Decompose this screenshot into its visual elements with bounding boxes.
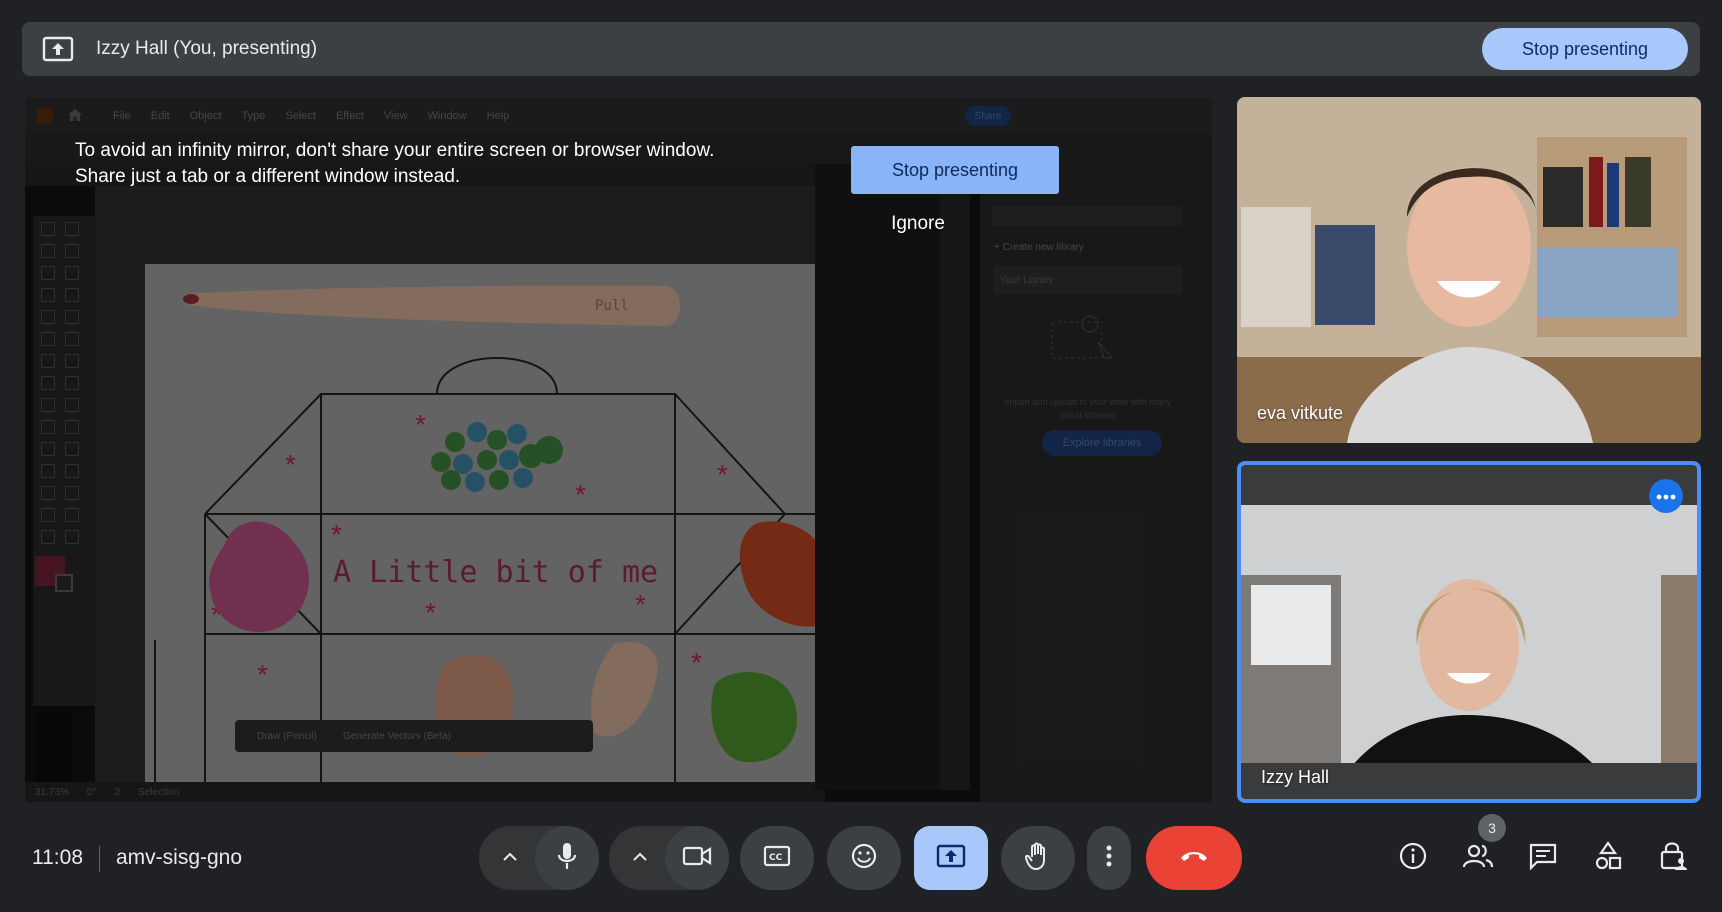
info-icon bbox=[1398, 841, 1428, 876]
more-options-button[interactable] bbox=[1649, 479, 1683, 513]
captions-button[interactable]: CC bbox=[740, 826, 814, 890]
hand-icon bbox=[1024, 841, 1051, 876]
people-button[interactable] bbox=[1458, 838, 1498, 878]
videocam-icon bbox=[682, 845, 712, 872]
activities-button[interactable] bbox=[1588, 838, 1628, 878]
participant-count-badge: 3 bbox=[1478, 814, 1506, 842]
closed-caption-icon: CC bbox=[763, 845, 791, 872]
chevron-up-icon bbox=[632, 849, 648, 867]
participant-tile-eva[interactable]: eva vitkute bbox=[1237, 97, 1701, 443]
chevron-up-icon bbox=[502, 849, 518, 867]
present-now-button[interactable] bbox=[914, 826, 988, 890]
video-options-button[interactable] bbox=[620, 826, 660, 890]
participant-video bbox=[1237, 97, 1701, 443]
emoji-icon bbox=[850, 842, 878, 875]
warning-stop-presenting-button[interactable]: Stop presenting bbox=[851, 146, 1059, 194]
more-options-menu-button[interactable] bbox=[1087, 826, 1131, 890]
participant-video bbox=[1241, 465, 1697, 799]
stop-presenting-button[interactable]: Stop presenting bbox=[1482, 28, 1688, 70]
raise-hand-button[interactable] bbox=[1001, 826, 1075, 890]
audio-options-button[interactable] bbox=[490, 826, 530, 890]
shapes-icon bbox=[1593, 840, 1623, 876]
microphone-button[interactable] bbox=[535, 826, 599, 890]
call-end-icon bbox=[1179, 849, 1209, 868]
participant-name: eva vitkute bbox=[1257, 403, 1344, 423]
present-to-all-icon bbox=[936, 844, 966, 873]
meeting-code: amv-sisg-gno bbox=[116, 846, 243, 869]
people-icon bbox=[1462, 843, 1494, 874]
camera-button[interactable] bbox=[665, 826, 729, 890]
participant-name: Izzy Hall bbox=[1261, 767, 1330, 787]
divider bbox=[99, 846, 100, 872]
reactions-button[interactable] bbox=[827, 826, 901, 890]
more-horiz-icon bbox=[1656, 487, 1676, 505]
presenting-title: Izzy Hall (You, presenting) bbox=[96, 38, 318, 59]
shared-screen: File Edit Object Type Select Effect View… bbox=[25, 98, 1212, 802]
video-letterbox-top bbox=[1241, 465, 1697, 505]
svg-text:CC: CC bbox=[769, 853, 783, 863]
ignore-button[interactable]: Ignore bbox=[851, 202, 985, 246]
chat-button[interactable] bbox=[1523, 838, 1563, 878]
more-vert-icon bbox=[1106, 844, 1112, 873]
presenting-banner: Izzy Hall (You, presenting) Stop present… bbox=[22, 22, 1700, 76]
host-controls-button[interactable] bbox=[1653, 838, 1693, 878]
meeting-details-button[interactable] bbox=[1393, 838, 1433, 878]
lock-person-icon bbox=[1658, 840, 1688, 877]
meeting-time: 11:08 bbox=[32, 846, 83, 869]
chat-icon bbox=[1528, 842, 1558, 875]
screen-dim-overlay bbox=[25, 98, 1212, 802]
participant-tile-izzy[interactable]: Izzy Hall bbox=[1237, 461, 1701, 803]
leave-call-button[interactable] bbox=[1146, 826, 1242, 890]
microphone-icon bbox=[556, 841, 578, 876]
warning-line-2: Share just a tab or a different window i… bbox=[75, 166, 461, 187]
warning-line-1: To avoid an infinity mirror, don't share… bbox=[75, 140, 715, 161]
present-screen-icon bbox=[42, 36, 74, 62]
infinity-mirror-warning: To avoid an infinity mirror, don't share… bbox=[75, 138, 805, 190]
